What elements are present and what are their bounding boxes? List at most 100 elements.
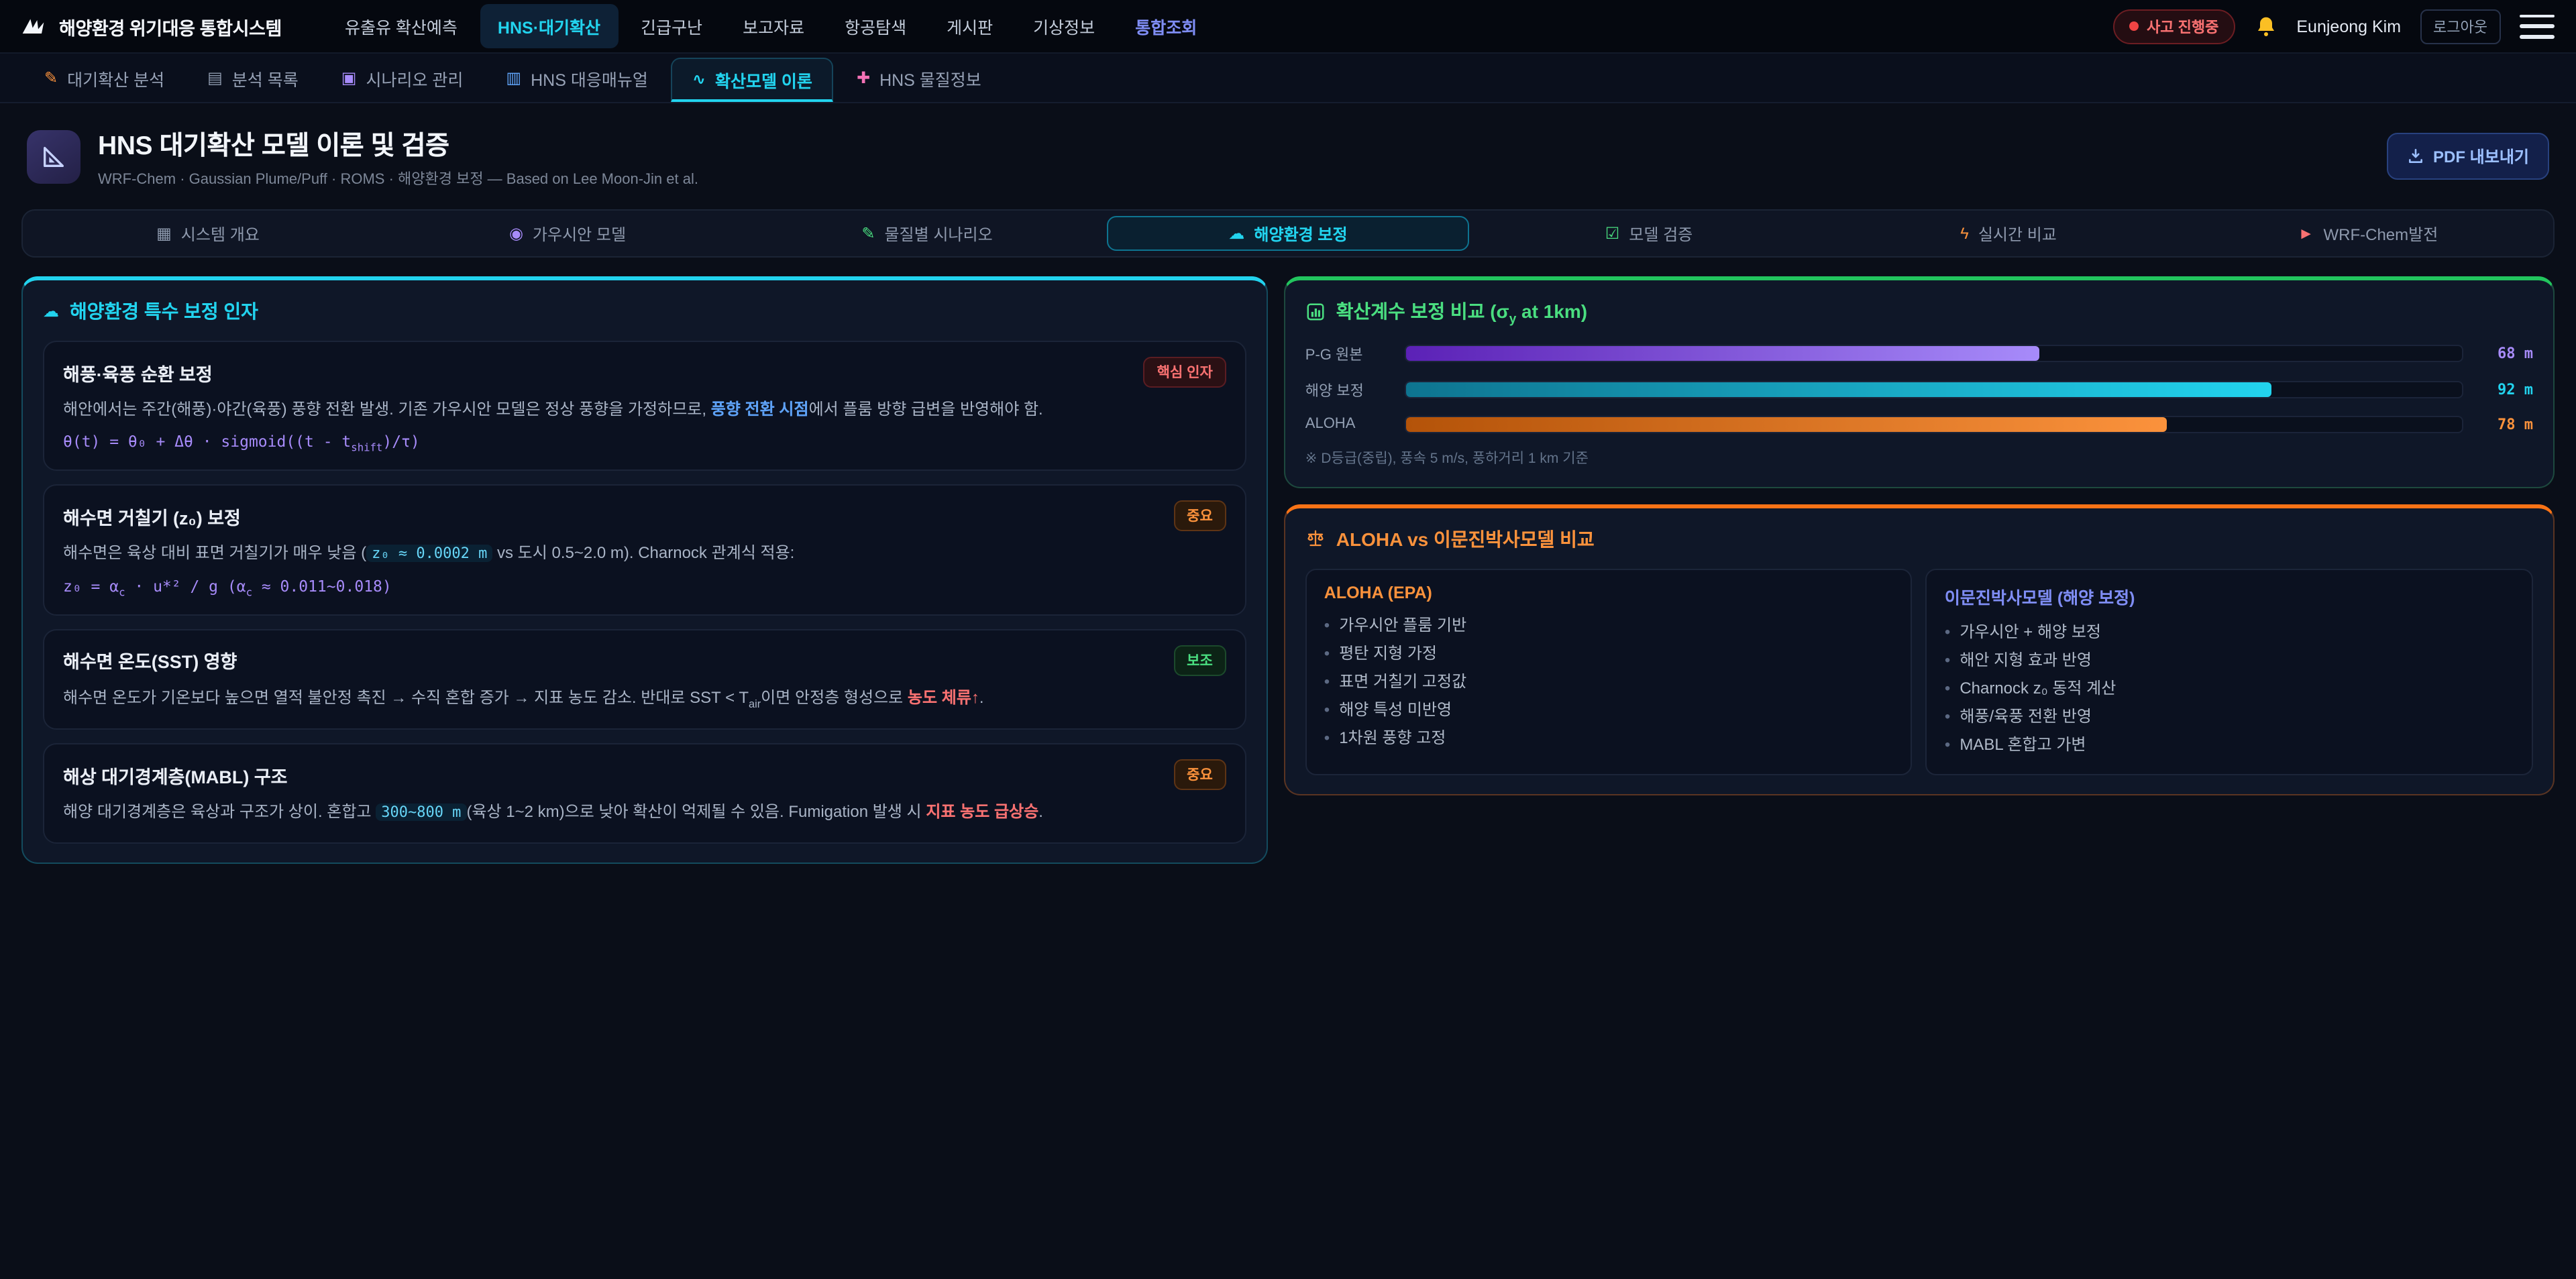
pencil-icon: ✎ (44, 70, 58, 86)
nav-item-air-search[interactable]: 항공탐색 (827, 4, 924, 48)
tab-substance-scenarios[interactable]: ✎ 물질별 시나리오 (747, 216, 1107, 251)
factor-badge: 중요 (1173, 760, 1226, 791)
factor-title: 해수면 거칠기 (z₀) 보정 (63, 503, 241, 530)
factor-formula: θ(t) = θ₀ + Δθ · sigmoid((t - tshift)/τ) (63, 432, 1226, 454)
factor-title: 해수면 온도(SST) 영향 (63, 647, 237, 674)
incident-status-badge[interactable]: 사고 진행중 (2113, 9, 2235, 44)
app-logo[interactable]: 해양환경 위기대응 통합시스템 (21, 13, 282, 40)
tab-label: 시스템 개요 (181, 222, 260, 245)
bar-row-aloha: ALOHA 78 m (1305, 416, 2533, 433)
user-name: Eunjeong Kim (2296, 17, 2401, 36)
cloud-icon: ☁ (1228, 225, 1244, 241)
nav-item-oil-spill[interactable]: 유출유 확산예측 (327, 4, 475, 48)
marine-factors-title: 해양환경 특수 보정 인자 (70, 298, 258, 325)
pdf-export-button[interactable]: PDF 내보내기 (2386, 133, 2549, 180)
tab-marine-correction[interactable]: ☁ 해양환경 보정 (1107, 216, 1469, 251)
subtab-analysis-list[interactable]: ▤ 분석 목록 (187, 54, 319, 102)
nav-item-board[interactable]: 게시판 (929, 4, 1010, 48)
wing-logo-icon (21, 15, 48, 37)
subtab-label: HNS 물질정보 (879, 65, 981, 91)
bar-track (1405, 382, 2463, 399)
tab-realtime-compare[interactable]: ϟ 실시간 비교 (1829, 216, 2188, 251)
book-icon: ▥ (506, 70, 521, 86)
scale-icon (1305, 529, 1326, 549)
factor-body: 해양 대기경계층은 육상과 구조가 상이. 혼합고 300~800 m(육상 1… (63, 800, 1226, 826)
subtab-label: 확산모델 이론 (715, 66, 812, 92)
incident-badge-label: 사고 진행중 (2147, 15, 2218, 37)
bar-value: 78 m (2477, 416, 2533, 433)
tab-gaussian-model[interactable]: ◉ 가우시안 모델 (388, 216, 747, 251)
factor-card-sea-land-breeze: 해풍·육풍 순환 보정 핵심 인자 해안에서는 주간(해풍)·야간(육풍) 풍향… (43, 341, 1246, 471)
hamburger-menu-icon[interactable] (2520, 13, 2555, 40)
bar-label: 해양 보정 (1305, 380, 1391, 401)
tab-label: 해양환경 보정 (1254, 222, 1347, 245)
bar-label: P-G 원본 (1305, 343, 1391, 365)
subtab-label: 분석 목록 (232, 65, 299, 91)
tab-label: 모델 검증 (1629, 222, 1693, 245)
nav-item-weather[interactable]: 기상정보 (1016, 4, 1112, 48)
topnav-right-cluster: 사고 진행중 Eunjeong Kim 로그아웃 (2113, 9, 2555, 44)
lee-model-box: 이문진박사모델 (해양 보정) 가우시안 + 해양 보정 해안 지형 효과 반영… (1926, 569, 2533, 775)
subtab-label: HNS 대응매뉴얼 (531, 65, 648, 91)
bar-fill-marine (1406, 383, 2272, 398)
factor-body: 해수면 온도가 기온보다 높으면 열적 불안정 촉진 → 수직 혼합 증가 → … (63, 685, 1226, 713)
factor-card-surface-roughness: 해수면 거칠기 (z₀) 보정 중요 해수면은 육상 대비 표면 거칠기가 매우… (43, 485, 1246, 616)
tab-model-validation[interactable]: ☑ 모델 검증 (1469, 216, 1829, 251)
bar-label: ALOHA (1305, 416, 1391, 433)
aloha-box: ALOHA (EPA) 가우시안 플룸 기반 평탄 지형 가정 표면 거칠기 고… (1305, 569, 1913, 775)
list-item: 가우시안 + 해양 보정 (1945, 618, 2514, 647)
logout-button[interactable]: 로그아웃 (2420, 9, 2501, 44)
nav-item-reports[interactable]: 보고자료 (725, 4, 822, 48)
tab-label: 가우시안 모델 (533, 222, 626, 245)
list-item: 해풍/육풍 전환 반영 (1945, 703, 2514, 731)
subtab-diffusion-model-theory[interactable]: ∿ 확산모델 이론 (671, 58, 834, 102)
substance-icon: ✚ (857, 70, 870, 86)
list-item: MABL 혼합고 가변 (1945, 731, 2514, 759)
gaussian-dot-icon: ◉ (509, 225, 523, 241)
bell-icon[interactable] (2253, 14, 2277, 38)
pencil-icon: ✎ (861, 225, 875, 241)
bar-track (1405, 345, 2463, 363)
subtab-atmosphere-analysis[interactable]: ✎ 대기확산 분석 (24, 54, 184, 102)
factor-title: 해풍·육풍 순환 보정 (63, 359, 213, 386)
nav-item-integrated-search[interactable]: 통합조회 (1118, 4, 1214, 48)
bar-track (1405, 416, 2463, 433)
factor-formula: z₀ = αc · u*² / g (αc ≈ 0.011~0.018) (63, 576, 1226, 598)
app-title: 해양환경 위기대응 통합시스템 (59, 13, 282, 40)
list-item: Charnock z₀ 동적 계산 (1945, 675, 2514, 703)
nav-item-hns-atmosphere[interactable]: HNS·대기확산 (480, 4, 618, 48)
subtab-hns-substance-info[interactable]: ✚ HNS 물질정보 (837, 54, 1002, 102)
tab-wrf-chem-evolution[interactable]: ► WRF-Chem발전 (2188, 216, 2548, 251)
grid-icon: ▦ (156, 225, 172, 241)
subtab-label: 대기확산 분석 (67, 65, 164, 91)
page-header: HNS 대기확산 모델 이론 및 검증 WRF-Chem · Gaussian … (0, 103, 2576, 204)
subtab-scenario-management[interactable]: ▣ 시나리오 관리 (321, 54, 484, 102)
bolt-icon: ϟ (1960, 225, 1969, 241)
tab-system-overview[interactable]: ▦ 시스템 개요 (28, 216, 388, 251)
subtab-label: 시나리오 관리 (366, 65, 463, 91)
check-icon: ☑ (1605, 225, 1620, 241)
tab-label: 실시간 비교 (1978, 222, 2057, 245)
model-comparison-panel: ALOHA vs 이문진박사모델 비교 ALOHA (EPA) 가우시안 플룸 … (1284, 504, 2555, 795)
factor-body: 해안에서는 주간(해풍)·야간(육풍) 풍향 전환 발생. 기존 가우시안 모델… (63, 397, 1226, 423)
list-item: 해양 특성 미반영 (1324, 696, 1894, 724)
model-comparison-header: ALOHA vs 이문진박사모델 비교 (1305, 526, 2533, 553)
factor-title: 해상 대기경계층(MABL) 구조 (63, 762, 288, 789)
marine-factors-panel: ☁ 해양환경 특수 보정 인자 해풍·육풍 순환 보정 핵심 인자 해안에서는 … (21, 276, 1268, 863)
factor-body: 해수면은 육상 대비 표면 거칠기가 매우 낮음 (z₀ ≈ 0.0002 m … (63, 541, 1226, 567)
list-item: 표면 거칠기 고정값 (1324, 668, 1894, 696)
download-icon (2406, 148, 2424, 165)
comparison-grid: ALOHA (EPA) 가우시안 플룸 기반 평탄 지형 가정 표면 거칠기 고… (1305, 569, 2533, 775)
set-square-icon (27, 129, 80, 183)
factor-badge: 중요 (1173, 501, 1226, 532)
app-root: 해양환경 위기대응 통합시스템 유출유 확산예측 HNS·대기확산 긴급구난 보… (0, 0, 2576, 1279)
sigma-comparison-panel: 확산계수 보정 비교 (σy at 1km) P-G 원본 68 m 해양 보정… (1284, 276, 2555, 488)
nav-item-emergency-rescue[interactable]: 긴급구난 (623, 4, 720, 48)
bar-value: 92 m (2477, 382, 2533, 399)
tab-label: WRF-Chem발전 (2323, 222, 2438, 245)
sigma-panel-header: 확산계수 보정 비교 (σy at 1km) (1305, 298, 2533, 327)
sigma-panel-title: 확산계수 보정 비교 (σy at 1km) (1336, 298, 1587, 327)
right-column: 확산계수 보정 비교 (σy at 1km) P-G 원본 68 m 해양 보정… (1284, 276, 2555, 795)
factor-badge: 핵심 인자 (1144, 357, 1226, 388)
subtab-hns-manual[interactable]: ▥ HNS 대응매뉴얼 (486, 54, 667, 102)
